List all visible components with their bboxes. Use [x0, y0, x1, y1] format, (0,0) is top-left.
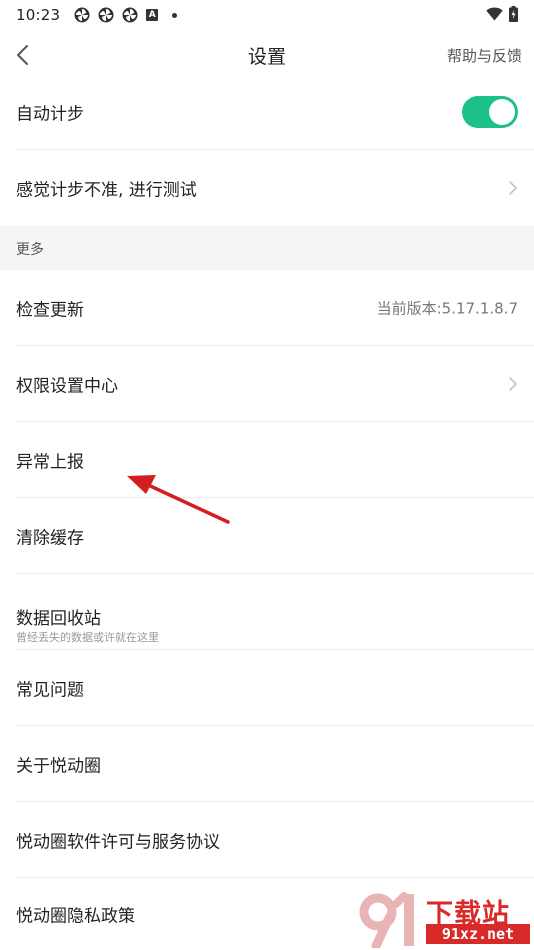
step-test-label: 感觉计步不准, 进行测试: [16, 180, 197, 201]
site-watermark: 下载站 91xz.net: [354, 890, 532, 948]
recycle-bin-label: 数据回收站: [16, 609, 101, 629]
permissions-label: 权限设置中心: [16, 376, 118, 397]
toggle-knob: [489, 99, 515, 125]
pinwheel-icon: [98, 7, 114, 23]
license-label: 悦动圈软件许可与服务协议: [16, 832, 220, 853]
chevron-right-icon: [509, 181, 517, 195]
nav-bar: 设置 帮助与反馈: [0, 30, 534, 80]
battery-charging-icon: [509, 6, 518, 22]
recycle-bin-sublabel: 曾经丢失的数据或许就在这里: [16, 631, 159, 644]
notification-icons: A: [74, 7, 178, 23]
license-row[interactable]: 悦动圈软件许可与服务协议: [0, 802, 534, 878]
faq-label: 常见问题: [16, 680, 84, 701]
more-notifications-dot-icon: [172, 12, 178, 18]
permissions-row[interactable]: 权限设置中心: [0, 346, 534, 422]
pinwheel-icon: [74, 7, 90, 23]
wifi-icon: [486, 7, 503, 21]
clear-cache-label: 清除缓存: [16, 528, 84, 549]
watermark-logo: [359, 892, 414, 948]
report-label: 异常上报: [16, 452, 84, 473]
privacy-label: 悦动圈隐私政策: [16, 906, 135, 927]
pinwheel-icon: [122, 7, 138, 23]
section-header-more: 更多: [0, 226, 534, 270]
about-row[interactable]: 关于悦动圈: [0, 726, 534, 802]
status-time: 10:23: [16, 6, 61, 24]
auto-step-label: 自动计步: [16, 104, 84, 125]
status-bar: 10:23 A: [0, 0, 534, 30]
step-test-row[interactable]: 感觉计步不准, 进行测试: [0, 150, 534, 226]
about-label: 关于悦动圈: [16, 756, 101, 777]
check-update-label: 检查更新: [16, 300, 84, 321]
watermark-url-text: 91xz.net: [426, 924, 530, 944]
system-icons: [486, 6, 518, 22]
chevron-right-icon: [509, 377, 517, 391]
recycle-bin-row[interactable]: 数据回收站 曾经丢失的数据或许就在这里: [0, 574, 534, 650]
a-badge-icon: A: [146, 9, 159, 21]
report-row[interactable]: 异常上报: [0, 422, 534, 498]
help-feedback-button[interactable]: 帮助与反馈: [447, 45, 522, 66]
clear-cache-row[interactable]: 清除缓存: [0, 498, 534, 574]
auto-step-toggle[interactable]: [462, 96, 518, 128]
back-arrow-icon[interactable]: [12, 42, 34, 68]
faq-row[interactable]: 常见问题: [0, 650, 534, 726]
current-version-value: 当前版本:5.17.1.8.7: [376, 299, 518, 318]
auto-step-row: 自动计步: [0, 74, 534, 150]
check-update-row[interactable]: 检查更新 当前版本:5.17.1.8.7: [0, 270, 534, 346]
section-header-label: 更多: [16, 242, 44, 258]
